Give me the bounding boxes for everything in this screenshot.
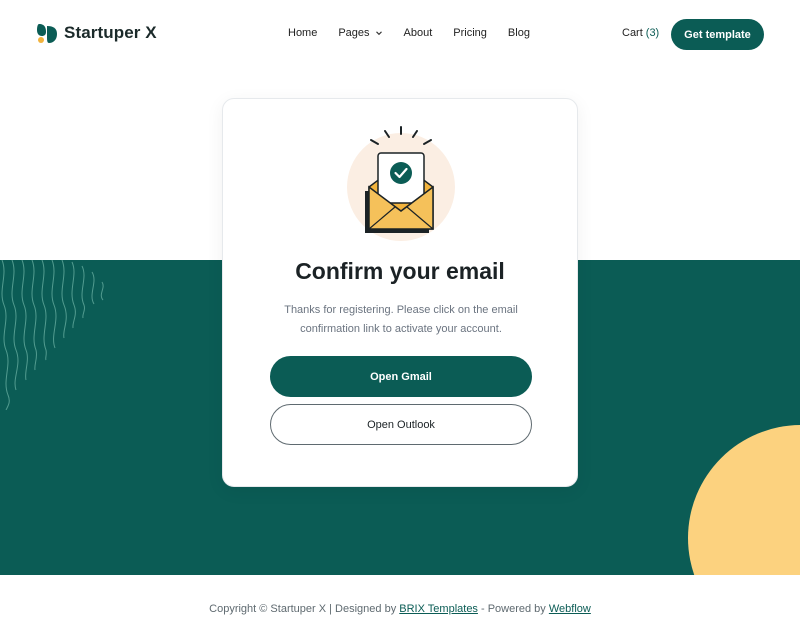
cart-count: (3) — [645, 27, 660, 39]
open-outlook-button[interactable]: Open Outlook — [270, 404, 532, 445]
yellow-circle-decoration — [688, 425, 800, 575]
nav-item-label: Home — [288, 27, 318, 39]
nav-item-pricing[interactable]: Pricing — [453, 27, 487, 39]
chevron-down-icon — [375, 31, 382, 36]
get-template-button[interactable]: Get template — [671, 19, 764, 50]
open-gmail-button[interactable]: Open Gmail — [270, 356, 532, 397]
brix-templates-link[interactable]: BRIX Templates — [399, 603, 478, 615]
card-title: Confirm your email — [295, 258, 505, 284]
brand-name: Startuper X — [64, 23, 157, 42]
confirm-email-card: Confirm your email Thanks for registerin… — [222, 98, 578, 487]
main-nav: Home Pages About Pricing Blog — [288, 27, 551, 39]
footer-copyright: Copyright © Startuper X | Designed by — [209, 602, 400, 615]
site-footer: Copyright © Startuper X | Designed by BR… — [0, 575, 800, 642]
site-header: Startuper X Home Pages About Pricing Blo… — [0, 0, 800, 68]
leaf-logo-icon — [37, 24, 57, 43]
nav-item-about[interactable]: About — [404, 27, 433, 39]
nav-item-blog[interactable]: Blog — [508, 27, 530, 39]
nav-item-label: Pricing — [453, 27, 487, 39]
webflow-link[interactable]: Webflow — [549, 603, 591, 615]
nav-item-home[interactable]: Home — [288, 27, 317, 39]
card-description: Thanks for registering. Please click on … — [284, 304, 518, 335]
nav-item-label: Blog — [507, 27, 530, 39]
nav-item-label: Pages — [338, 27, 370, 39]
nav-item-pages[interactable]: Pages — [338, 27, 382, 39]
nav-item-label: About — [403, 27, 433, 39]
cart-label: Cart — [622, 27, 643, 39]
cart-link[interactable]: Cart (3) — [622, 27, 659, 39]
brand[interactable]: Startuper X — [36, 22, 157, 44]
footer-powered-by: - Powered by — [477, 602, 549, 615]
open-envelope-check-icon — [347, 126, 455, 241]
wavy-lines-decoration — [1, 260, 104, 410]
